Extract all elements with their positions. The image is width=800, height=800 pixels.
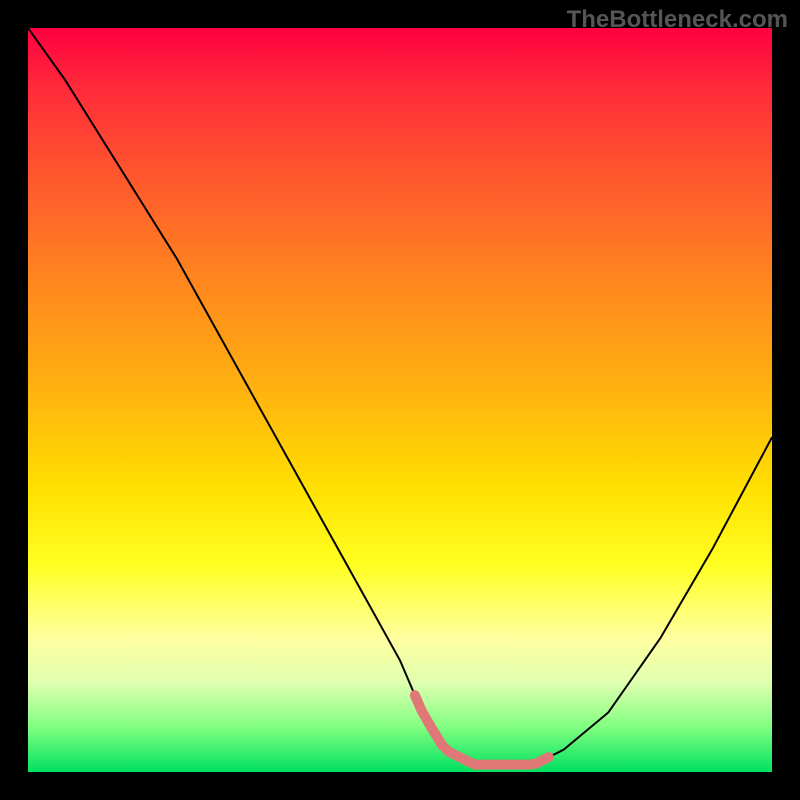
- bottleneck-curve: [28, 28, 772, 772]
- watermark-text: TheBottleneck.com: [567, 6, 788, 34]
- chart-plot-area: [28, 28, 772, 772]
